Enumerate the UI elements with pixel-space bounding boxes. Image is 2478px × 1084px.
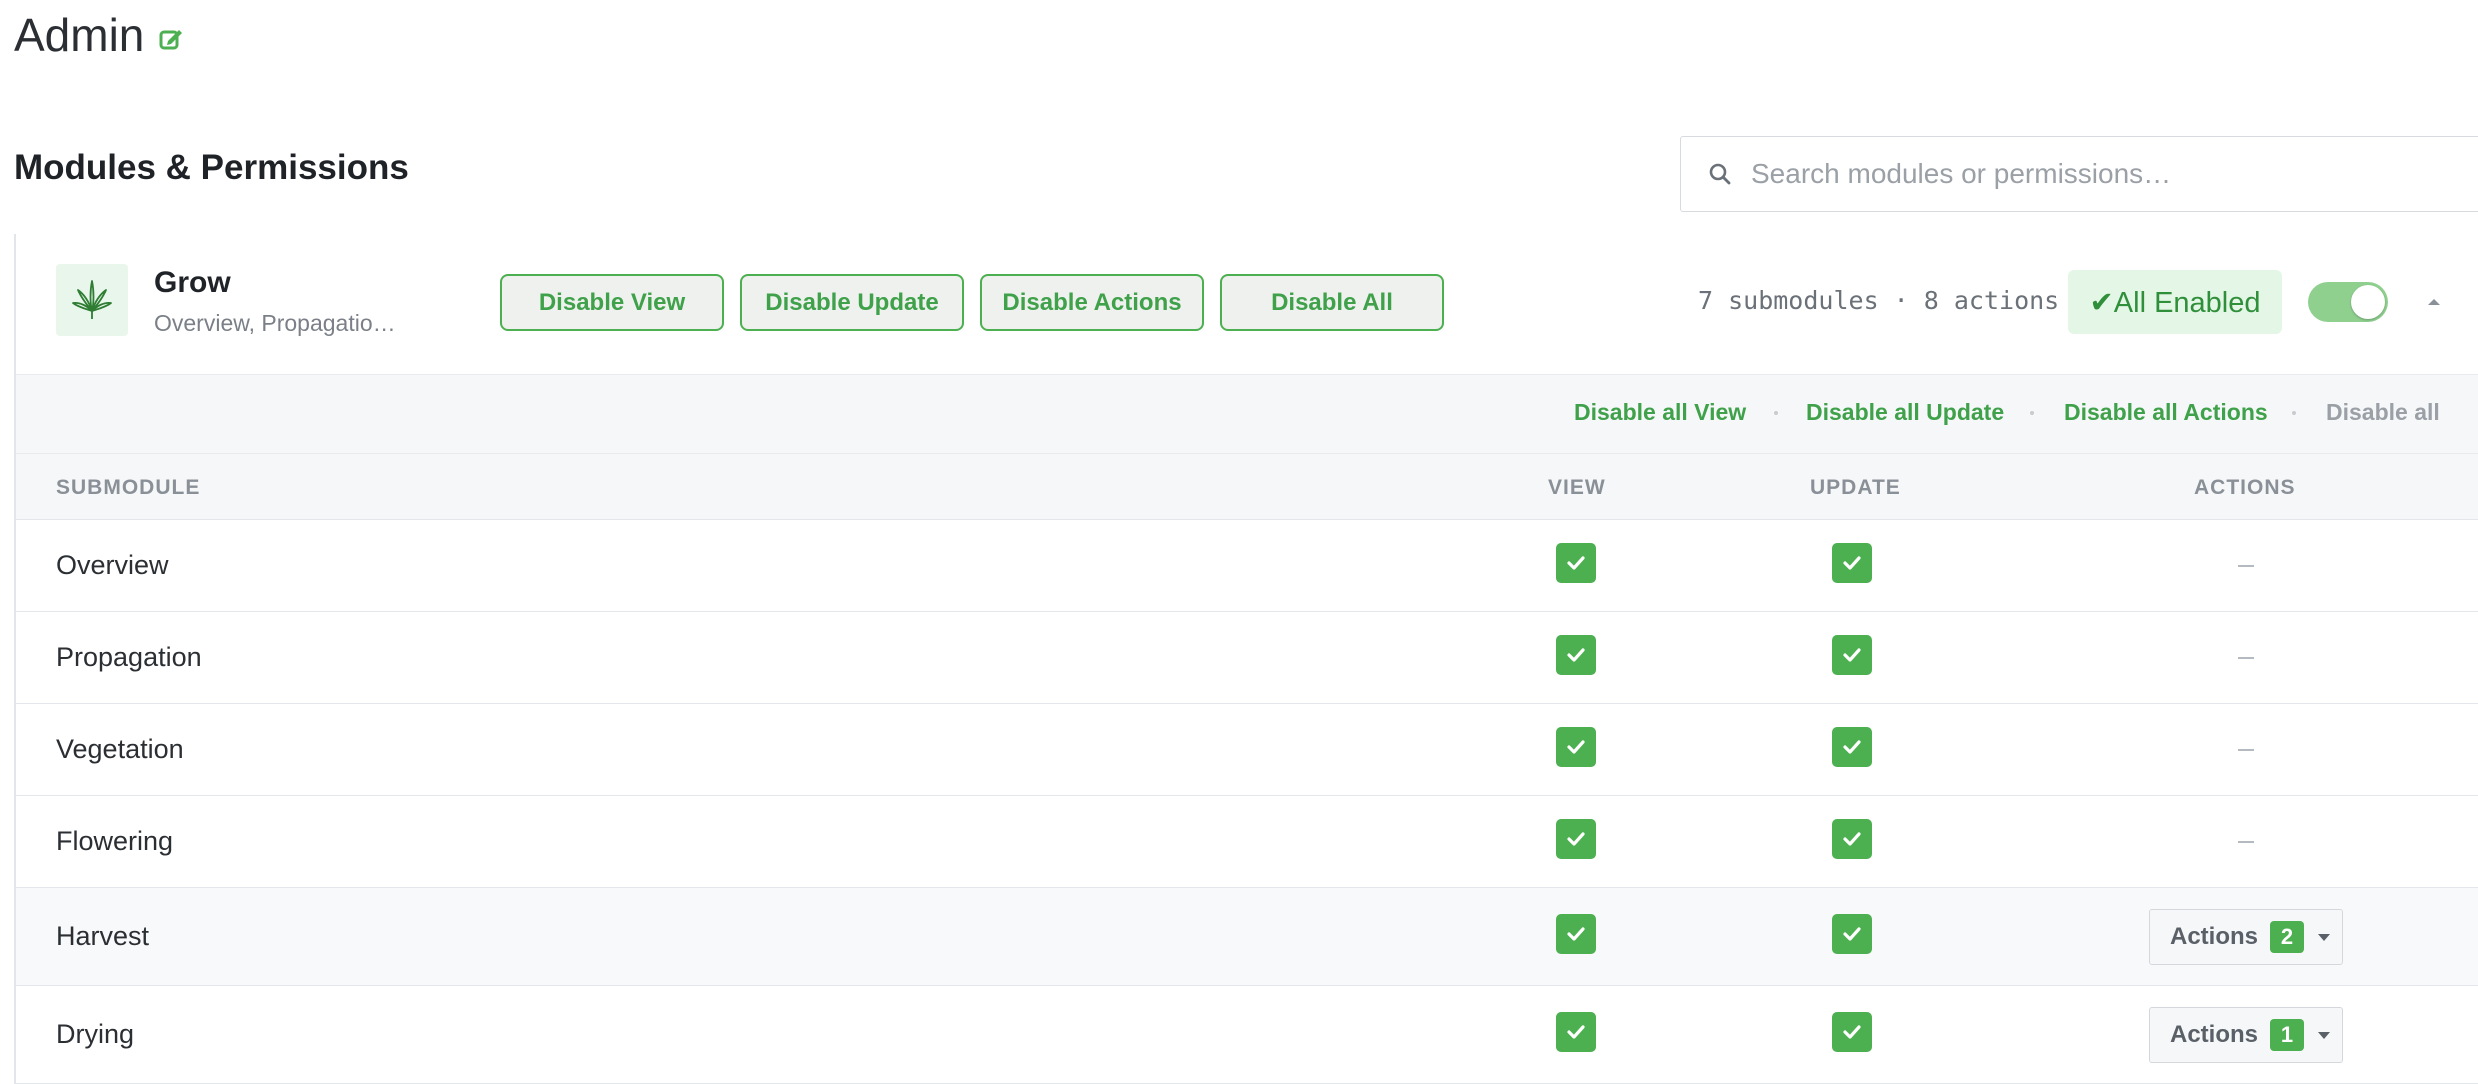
- column-view: VIEW: [1548, 476, 1606, 499]
- submodule-name: Flowering: [56, 826, 174, 856]
- check-icon: [1567, 740, 1585, 754]
- actions-dropdown-button[interactable]: Actions 2: [2149, 909, 2343, 965]
- check-icon: [1843, 740, 1861, 754]
- view-checkbox[interactable]: [1556, 635, 1596, 675]
- view-checkbox[interactable]: [1556, 543, 1596, 583]
- search-input[interactable]: [1751, 158, 2451, 190]
- check-icon: [1567, 927, 1585, 941]
- table-row: Flowering: [16, 796, 2478, 888]
- check-icon: [1843, 927, 1861, 941]
- disable-all-link[interactable]: Disable all: [2326, 399, 2440, 426]
- chevron-up-icon[interactable]: [2422, 290, 2446, 314]
- bulk-actions-bar: Disable all View Disable all Update Disa…: [16, 374, 2478, 454]
- submodule-name: Drying: [56, 1019, 135, 1049]
- table-row: Drying Actions 1: [16, 986, 2478, 1084]
- no-actions-dash: [2238, 565, 2254, 567]
- disable-all-actions-link[interactable]: Disable all Actions: [2064, 399, 2268, 426]
- module-name: Grow: [154, 266, 231, 299]
- separator-dot: [2030, 411, 2034, 415]
- update-checkbox[interactable]: [1832, 1012, 1872, 1052]
- check-icon: [1843, 832, 1861, 846]
- check-icon: [1843, 1025, 1861, 1039]
- caret-down-icon: [2318, 1031, 2331, 1039]
- module-toggle[interactable]: [2308, 282, 2388, 322]
- no-actions-dash: [2238, 657, 2254, 659]
- actions-count-badge: 2: [2270, 921, 2305, 953]
- view-checkbox[interactable]: [1556, 727, 1596, 767]
- actions-count-badge: 1: [2270, 1019, 2305, 1051]
- page-header: Admin: [14, 8, 184, 62]
- view-checkbox[interactable]: [1556, 914, 1596, 954]
- module-card: Grow Overview, Propagatio… Disable View …: [14, 234, 2478, 1084]
- module-counts: 7 submodules · 8 actions: [1698, 286, 2060, 315]
- check-icon: [1567, 556, 1585, 570]
- search-icon: [1707, 161, 1733, 187]
- update-checkbox[interactable]: [1832, 819, 1872, 859]
- actions-label: Actions: [2170, 923, 2259, 950]
- submodule-name: Harvest: [56, 921, 150, 951]
- table-row: Vegetation: [16, 704, 2478, 796]
- update-checkbox[interactable]: [1832, 914, 1872, 954]
- check-icon: [1843, 556, 1861, 570]
- actions-label: Actions: [2170, 1021, 2259, 1048]
- separator-dot: [1774, 411, 1778, 415]
- cannabis-leaf-icon: [56, 264, 128, 336]
- toggle-knob: [2351, 285, 2385, 319]
- check-icon: [1567, 648, 1585, 662]
- check-icon: [1567, 1025, 1585, 1039]
- search-box[interactable]: [1680, 136, 2478, 212]
- table-row: Propagation: [16, 612, 2478, 704]
- update-checkbox[interactable]: [1832, 543, 1872, 583]
- disable-all-view-link[interactable]: Disable all View: [1574, 399, 1746, 426]
- table-header: SUBMODULE VIEW UPDATE ACTIONS: [16, 454, 2478, 520]
- table-row: Harvest Actions 2: [16, 888, 2478, 986]
- update-checkbox[interactable]: [1832, 727, 1872, 767]
- disable-all-update-link[interactable]: Disable all Update: [1806, 399, 2004, 426]
- column-submodule: SUBMODULE: [56, 476, 201, 499]
- column-update: UPDATE: [1810, 476, 1901, 499]
- submodule-name: Propagation: [56, 642, 202, 672]
- view-checkbox[interactable]: [1556, 819, 1596, 859]
- no-actions-dash: [2238, 749, 2254, 751]
- module-subtitle: Overview, Propagatio…: [154, 310, 396, 336]
- disable-view-button[interactable]: Disable View: [500, 274, 724, 331]
- column-actions: ACTIONS: [2194, 476, 2296, 499]
- check-icon: [1843, 648, 1861, 662]
- submodule-name: Vegetation: [56, 734, 184, 764]
- check-icon: [1567, 832, 1585, 846]
- module-header: Grow Overview, Propagatio… Disable View …: [16, 234, 2478, 374]
- no-actions-dash: [2238, 841, 2254, 843]
- section-title: Modules & Permissions: [14, 148, 409, 187]
- update-checkbox[interactable]: [1832, 635, 1872, 675]
- actions-dropdown-button[interactable]: Actions 1: [2149, 1007, 2343, 1063]
- disable-update-button[interactable]: Disable Update: [740, 274, 964, 331]
- edit-icon[interactable]: [158, 26, 184, 52]
- caret-down-icon: [2318, 933, 2331, 941]
- disable-all-button[interactable]: Disable All: [1220, 274, 1444, 331]
- submodule-name: Overview: [56, 550, 169, 580]
- view-checkbox[interactable]: [1556, 1012, 1596, 1052]
- page-title: Admin: [14, 9, 145, 61]
- separator-dot: [2292, 411, 2296, 415]
- status-badge: ✔All Enabled: [2068, 270, 2282, 334]
- table-row: Overview: [16, 520, 2478, 612]
- disable-actions-button[interactable]: Disable Actions: [980, 274, 1204, 331]
